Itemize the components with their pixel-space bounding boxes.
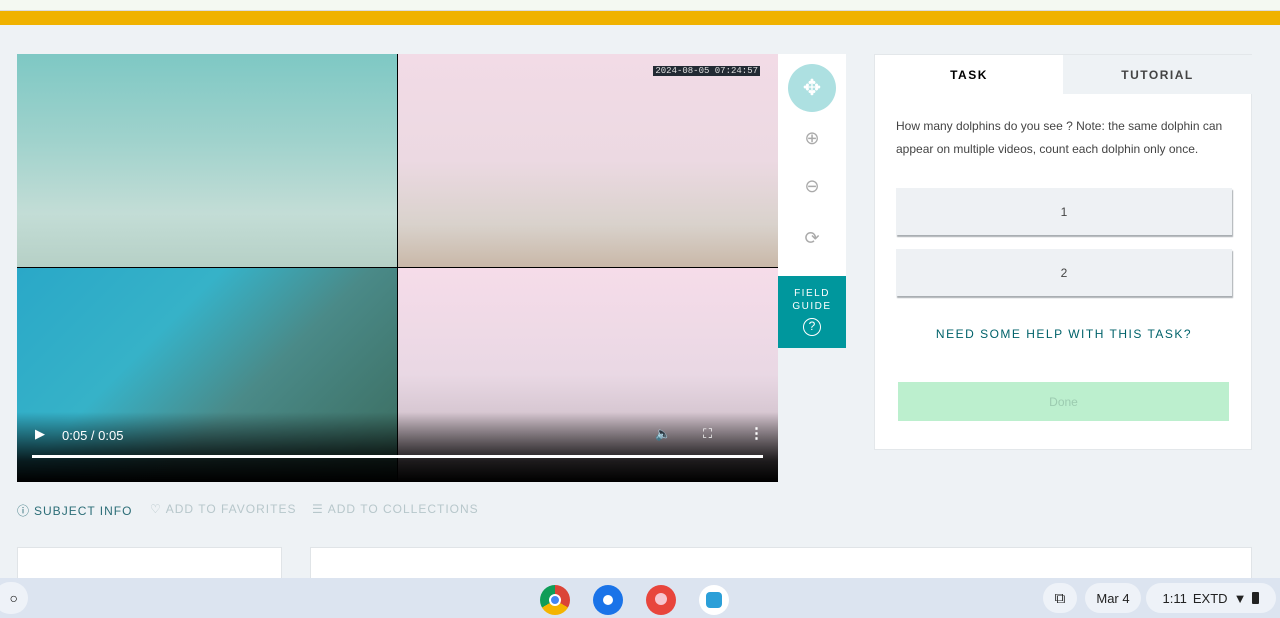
info-icon: ⓘ	[17, 504, 31, 518]
answer-button-2[interactable]: 2	[896, 249, 1232, 296]
status-text: EXTD	[1192, 590, 1228, 606]
canvas-app-icon[interactable]	[646, 585, 676, 615]
subject-info-button[interactable]: ⓘ SUBJECT INFO	[17, 502, 132, 519]
volume-icon[interactable]: 🔈	[655, 426, 671, 442]
fullscreen-icon[interactable]: ⛶	[703, 426, 712, 442]
help-link[interactable]: NEED SOME HELP WITH THIS TASK?	[875, 327, 1253, 341]
os-shelf: ○ ⧉ Mar 4 1:11 EXTD ▼	[0, 578, 1280, 618]
subject-video[interactable]: ▲ 2024-08-05 07:24:57 ▶ 0:05 / 0:05 🔈 ⛶ …	[17, 54, 778, 482]
announcement-banner	[0, 11, 1280, 25]
camera-app-icon[interactable]	[593, 585, 623, 615]
collections-label: ADD TO COLLECTIONS	[327, 502, 479, 516]
task-question: How many dolphins do you see ? Note: the…	[896, 119, 1223, 156]
tab-tutorial[interactable]: TUTORIAL	[1063, 55, 1252, 94]
cloud-app-icon[interactable]	[699, 585, 729, 615]
add-to-collections-button[interactable]: ☰ ADD TO COLLECTIONS	[312, 502, 479, 516]
wifi-icon: ▼	[1233, 590, 1247, 606]
field-guide-button[interactable]: FIELD GUIDE ?	[778, 276, 846, 348]
heart-icon: ♡	[150, 502, 162, 516]
battery-icon	[1252, 592, 1260, 604]
status-tray[interactable]: 1:11 EXTD ▼	[1146, 583, 1276, 613]
date-pill[interactable]: Mar 4	[1085, 583, 1141, 613]
reset-rotate-icon[interactable]: ⟳	[788, 214, 836, 262]
zoom-out-icon[interactable]: ⊖	[788, 162, 836, 210]
chrome-app-icon[interactable]	[540, 585, 570, 615]
more-options-icon[interactable]: ⋮	[749, 424, 764, 442]
field-guide-label-1: FIELD	[794, 288, 830, 299]
launcher-button[interactable]: ○	[0, 582, 28, 614]
video-timestamp: 2024-08-05 07:24:57	[653, 66, 760, 76]
help-circle-icon: ?	[803, 318, 821, 336]
task-panel: TASK TUTORIAL How many dolphins do you s…	[874, 54, 1252, 450]
field-guide-label-2: GUIDE	[792, 301, 832, 312]
subject-info-label: SUBJECT INFO	[34, 503, 133, 518]
list-icon: ☰	[312, 502, 324, 516]
answer-button-1[interactable]: 1	[896, 188, 1232, 235]
move-icon[interactable]: ✥	[788, 64, 836, 112]
video-time: 0:05 / 0:05	[62, 428, 124, 443]
camera-feed-2: ▲ 2024-08-05 07:24:57	[398, 54, 778, 267]
browser-top-strip	[0, 0, 1280, 11]
launcher-icon: ○	[9, 590, 18, 606]
done-button[interactable]: Done	[898, 382, 1229, 421]
video-controls: ▶ 0:05 / 0:05 🔈 ⛶ ⋮	[17, 412, 778, 482]
screen-capture-icon[interactable]: ⧉	[1043, 583, 1077, 613]
add-to-favorites-button[interactable]: ♡ ADD TO FAVORITES	[150, 502, 296, 516]
play-icon[interactable]: ▶	[35, 426, 45, 442]
tab-task[interactable]: TASK	[875, 55, 1063, 94]
clock: 1:11	[1162, 590, 1187, 606]
favorites-label: ADD TO FAVORITES	[165, 502, 297, 516]
zoom-in-icon[interactable]: ⊕	[788, 114, 836, 162]
camera-feed-1	[17, 54, 397, 267]
image-toolbar: ✥ ⊕ ⊖ ⟳	[778, 54, 846, 276]
progress-bar[interactable]	[32, 455, 763, 458]
